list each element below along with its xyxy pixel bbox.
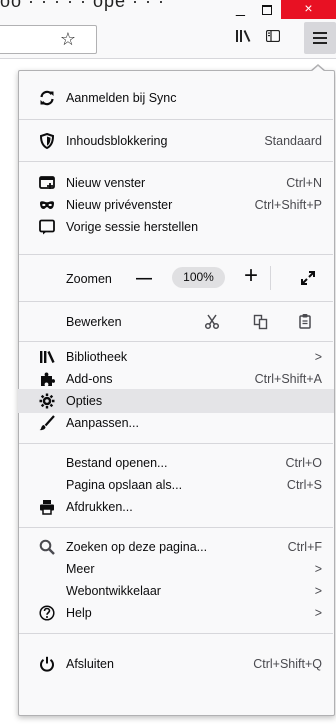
separator: [19, 301, 333, 302]
menu-item-label: Zoomen: [66, 272, 112, 286]
menu-item-more[interactable]: Meer >: [18, 557, 334, 581]
shortcut: Ctrl+O: [285, 456, 322, 470]
cut-icon[interactable]: [204, 314, 220, 330]
help-icon: [39, 605, 55, 621]
menu-item-label: Aanpassen...: [66, 416, 139, 430]
menu-item-label: Inhoudsblokkering: [66, 134, 168, 148]
menu-item-label: Zoeken op deze pagina...: [66, 540, 208, 554]
menu-item-save-page[interactable]: Pagina opslaan als... Ctrl+S: [18, 473, 334, 497]
shortcut: Ctrl+Shift+P: [254, 198, 322, 212]
menu-item-label: Afdrukken...: [66, 500, 133, 514]
menu-item-label: Meer: [66, 562, 95, 576]
shortcut: Ctrl+N: [286, 176, 322, 190]
menu-item-label: Nieuw privévenster: [66, 198, 173, 212]
copy-icon[interactable]: [253, 314, 269, 330]
printer-icon: [40, 500, 54, 515]
content-blocking-value: Standaard: [264, 134, 322, 148]
menu-item-zoom: Zoomen — 100% +: [18, 264, 334, 292]
menu-item-open-file[interactable]: Bestand openen... Ctrl+O: [18, 451, 334, 475]
paste-icon[interactable]: [297, 313, 313, 329]
shortcut: Ctrl+F: [287, 540, 322, 554]
menu-item-find[interactable]: Zoeken op deze pagina... Ctrl+F: [18, 535, 334, 559]
menu-item-label: Opties: [66, 394, 103, 408]
close-button[interactable]: ×: [281, 0, 336, 19]
menu-item-label: Bestand openen...: [66, 456, 168, 470]
separator: [19, 161, 333, 162]
hamburger-icon: [313, 32, 327, 44]
menu-item-label: Help: [66, 606, 92, 620]
app-menu-button[interactable]: [304, 22, 336, 54]
menu-item-sync[interactable]: Aanmelden bij Sync: [18, 86, 334, 110]
menu-item-quit[interactable]: Afsluiten Ctrl+Shift+Q: [18, 652, 334, 676]
separator: [19, 119, 333, 120]
library-icon[interactable]: [235, 29, 251, 43]
menu-item-new-window[interactable]: Nieuw venster Ctrl+N: [18, 171, 334, 195]
menu-item-label: Vorige sessie herstellen: [66, 220, 199, 234]
submenu-arrow: >: [314, 562, 322, 576]
menu-item-restore-session[interactable]: Vorige sessie herstellen: [18, 215, 334, 239]
search-icon: [39, 539, 55, 555]
separator: [19, 527, 333, 528]
menu-item-print[interactable]: Afdrukken...: [18, 495, 334, 519]
minimize-button[interactable]: _: [236, 1, 245, 17]
menu-item-addons[interactable]: Add-ons Ctrl+Shift+A: [18, 367, 334, 391]
separator: [19, 443, 333, 444]
menu-item-private-window[interactable]: Nieuw privévenster Ctrl+Shift+P: [18, 193, 334, 217]
menu-item-label: Nieuw venster: [66, 176, 146, 190]
separator: [19, 254, 333, 255]
zoom-in-button[interactable]: +: [244, 264, 258, 288]
separator: [19, 633, 333, 634]
menu-item-web-developer[interactable]: Webontwikkelaar >: [18, 579, 334, 603]
submenu-arrow: >: [314, 606, 322, 620]
restore-session-icon: [39, 219, 55, 235]
new-window-icon: [39, 176, 55, 189]
menu-item-label: Webontwikkelaar: [66, 584, 161, 598]
menu-item-library[interactable]: Bibliotheek >: [18, 345, 334, 369]
nav-toolbar: ☆: [0, 20, 336, 59]
menu-item-customize[interactable]: Aanpassen...: [18, 411, 334, 435]
menu-item-label: Aanmelden bij Sync: [66, 91, 177, 105]
zoom-out-button[interactable]: —: [136, 271, 152, 287]
power-icon: [40, 656, 54, 672]
zoom-reset-button[interactable]: 100%: [172, 267, 225, 288]
window-title-fragment: oo · · · · · ope · · ·: [0, 0, 166, 11]
menu-item-label: Bibliotheek: [66, 350, 128, 364]
maximize-button[interactable]: [262, 5, 272, 15]
menu-item-label: Pagina opslaan als...: [66, 478, 183, 492]
gear-icon: [39, 393, 55, 409]
puzzle-piece-icon: [41, 372, 55, 386]
menu-item-content-blocking[interactable]: Inhoudsblokkering Standaard: [18, 129, 334, 153]
sidebar-icon[interactable]: [266, 30, 280, 42]
shield-icon: [39, 133, 55, 149]
menu-item-label: Afsluiten: [66, 657, 114, 671]
title-bar: oo · · · · · ope · · · _ ×: [0, 0, 336, 20]
shortcut: Ctrl+Shift+A: [254, 372, 322, 386]
shortcut: Ctrl+S: [286, 478, 322, 492]
menu-item-options[interactable]: Opties: [18, 389, 334, 413]
bookmark-star-icon[interactable]: ☆: [56, 28, 80, 52]
sync-icon: [40, 90, 54, 106]
submenu-arrow: >: [314, 350, 322, 364]
shortcut: Ctrl+Shift+Q: [253, 657, 322, 671]
menu-item-edit: Bewerken: [18, 308, 334, 334]
separator: [19, 341, 333, 342]
library-icon: [40, 351, 55, 363]
menu-item-label: Bewerken: [66, 315, 122, 329]
fullscreen-icon[interactable]: [300, 270, 316, 286]
paintbrush-icon: [39, 415, 55, 431]
menu-item-label: Add-ons: [66, 372, 113, 386]
private-mask-icon: [40, 201, 54, 209]
url-bar[interactable]: ☆: [0, 25, 97, 54]
submenu-arrow: >: [314, 584, 322, 598]
menu-item-help[interactable]: Help >: [18, 601, 334, 625]
